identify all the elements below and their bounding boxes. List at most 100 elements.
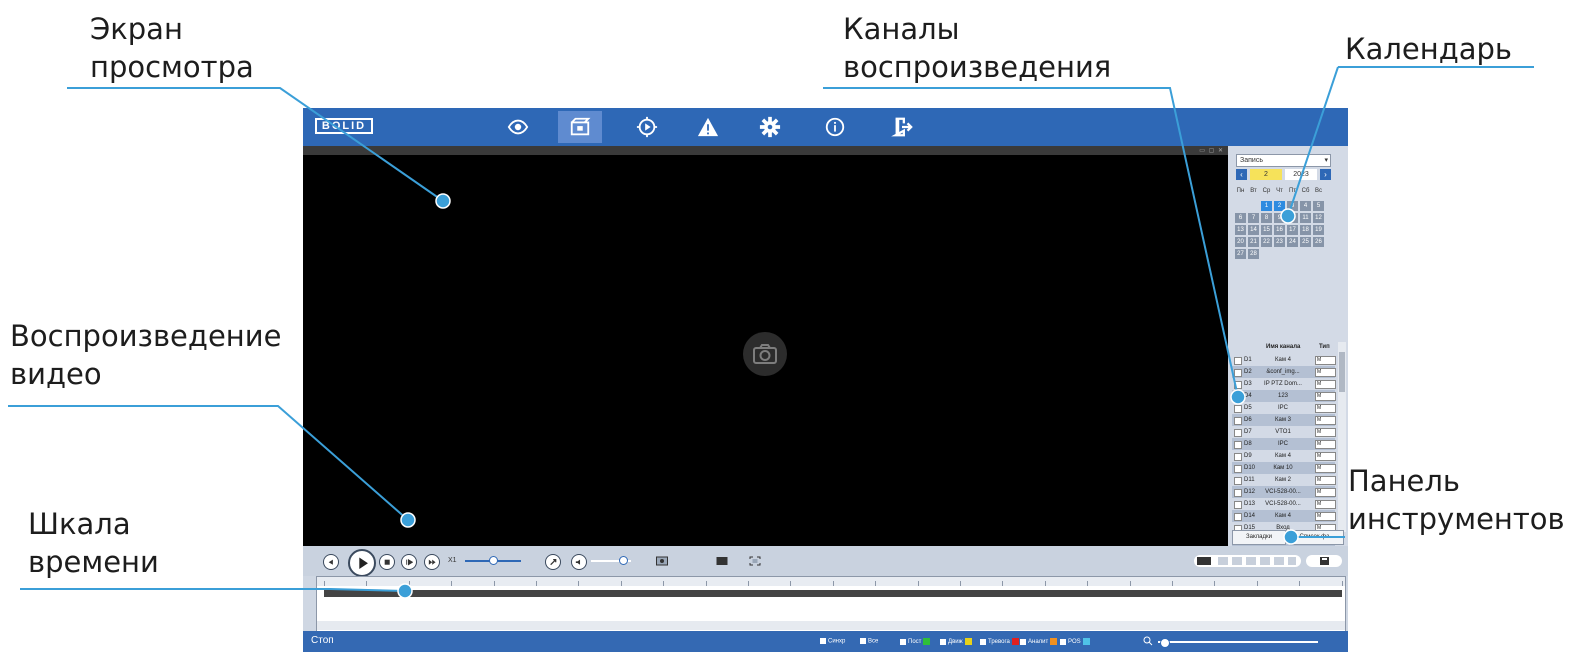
- channel-row[interactable]: D4 123 M: [1232, 390, 1336, 402]
- channel-row[interactable]: D13 VCI-528-00... M: [1232, 498, 1336, 510]
- info-icon[interactable]: [813, 111, 857, 143]
- channel-checkbox[interactable]: [1234, 501, 1242, 509]
- legend-checkbox[interactable]: [900, 638, 906, 645]
- channel-type-select[interactable]: M: [1315, 452, 1336, 461]
- calendar-day[interactable]: 18: [1300, 225, 1311, 235]
- grid-layout-icon[interactable]: [1197, 557, 1211, 565]
- timeline-record-bar[interactable]: [324, 590, 1342, 597]
- speed-slider-knob[interactable]: [489, 556, 498, 565]
- file-list-button[interactable]: Список фа...: [1290, 530, 1344, 545]
- calendar-day[interactable]: 23: [1274, 237, 1285, 247]
- channel-row[interactable]: D9 Кам 4 M: [1232, 450, 1336, 462]
- stop-button[interactable]: [379, 554, 395, 570]
- calendar-day[interactable]: 7: [1248, 213, 1259, 223]
- save-icon[interactable]: [1320, 557, 1329, 565]
- channel-row[interactable]: D7 VTO1 M: [1232, 426, 1336, 438]
- channel-row[interactable]: D1 Кам 4 M: [1232, 354, 1336, 366]
- channel-type-select[interactable]: M: [1315, 356, 1336, 365]
- scrollbar-thumb[interactable]: [1339, 352, 1345, 392]
- save-group[interactable]: [1306, 555, 1342, 567]
- calendar-day[interactable]: 16: [1274, 225, 1285, 235]
- channel-checkbox[interactable]: [1234, 357, 1242, 365]
- calendar-day[interactable]: 27: [1235, 249, 1246, 259]
- calendar-day[interactable]: 22: [1261, 237, 1272, 247]
- channel-row[interactable]: D10 Кам 10 M: [1232, 462, 1336, 474]
- layout-options-icon[interactable]: [1218, 557, 1296, 565]
- calendar-day[interactable]: 11: [1300, 213, 1311, 223]
- channel-type-select[interactable]: M: [1315, 440, 1336, 449]
- channel-checkbox[interactable]: [1234, 429, 1242, 437]
- slow-button[interactable]: [401, 554, 417, 570]
- play-backward-button[interactable]: [323, 554, 339, 570]
- channel-type-select[interactable]: M: [1315, 416, 1336, 425]
- channel-list-scrollbar[interactable]: [1338, 342, 1346, 532]
- calendar-day[interactable]: 24: [1287, 237, 1298, 247]
- volume-icon[interactable]: [571, 554, 587, 570]
- fast-button[interactable]: [424, 554, 440, 570]
- calendar-day[interactable]: 15: [1261, 225, 1272, 235]
- channel-checkbox[interactable]: [1234, 441, 1242, 449]
- legend-item[interactable]: Пост: [900, 638, 931, 645]
- channel-checkbox[interactable]: [1234, 489, 1242, 497]
- channel-checkbox[interactable]: [1234, 381, 1242, 389]
- calendar-day[interactable]: 28: [1248, 249, 1259, 259]
- legend-checkbox[interactable]: [860, 638, 866, 644]
- playback-film-icon[interactable]: [558, 111, 602, 143]
- channel-checkbox[interactable]: [1234, 513, 1242, 521]
- calendar-day[interactable]: 13: [1235, 225, 1246, 235]
- channel-checkbox[interactable]: [1234, 453, 1242, 461]
- calendar-day[interactable]: 9: [1274, 213, 1285, 223]
- exit-icon[interactable]: [880, 111, 924, 143]
- channel-row[interactable]: D12 VCI-528-00... M: [1232, 486, 1336, 498]
- legend-checkbox[interactable]: [820, 638, 826, 644]
- legend-item[interactable]: Тревога: [980, 638, 1019, 645]
- window-controls-icon[interactable]: ▭ ▢ ✕: [1199, 147, 1224, 154]
- calendar-day[interactable]: 14: [1248, 225, 1259, 235]
- timeline-panel[interactable]: [316, 576, 1346, 632]
- year-field[interactable]: 2023: [1285, 169, 1317, 180]
- channel-checkbox[interactable]: [1234, 477, 1242, 485]
- legend-checkbox[interactable]: [980, 638, 986, 645]
- calendar-day[interactable]: 19: [1313, 225, 1324, 235]
- legend-checkbox[interactable]: [940, 638, 946, 645]
- legend-item[interactable]: Движ: [940, 638, 972, 645]
- channel-row[interactable]: D5 IPC M: [1232, 402, 1336, 414]
- legend-checkbox[interactable]: [1060, 638, 1066, 645]
- channel-type-select[interactable]: M: [1315, 488, 1336, 497]
- calendar-day[interactable]: 10: [1287, 213, 1298, 223]
- warning-icon[interactable]: [686, 111, 730, 143]
- calendar-day[interactable]: 1: [1261, 201, 1272, 211]
- calendar-day[interactable]: 20: [1235, 237, 1246, 247]
- calendar-day[interactable]: 5: [1313, 201, 1324, 211]
- channel-row[interactable]: D2 &conf_img... M: [1232, 366, 1336, 378]
- channel-row[interactable]: D6 Кам 3 M: [1232, 414, 1336, 426]
- legend-item[interactable]: Синхр: [820, 638, 845, 645]
- legend-item[interactable]: Аналит: [1020, 638, 1058, 645]
- snapshot-icon[interactable]: [656, 556, 668, 566]
- bookmarks-button[interactable]: Закладки: [1232, 530, 1286, 545]
- legend-item[interactable]: POS: [1060, 638, 1090, 645]
- calendar-day[interactable]: 17: [1287, 225, 1298, 235]
- eye-icon[interactable]: [496, 111, 540, 143]
- channel-type-select[interactable]: M: [1315, 512, 1336, 521]
- calendar-day[interactable]: 6: [1235, 213, 1246, 223]
- channel-type-select[interactable]: M: [1315, 380, 1336, 389]
- channel-type-select[interactable]: M: [1315, 392, 1336, 401]
- timeline-zoom-slider[interactable]: [1158, 641, 1318, 643]
- next-month-button[interactable]: ›: [1320, 169, 1331, 180]
- channel-type-select[interactable]: M: [1315, 464, 1336, 473]
- channel-checkbox[interactable]: [1234, 465, 1242, 473]
- calendar-day[interactable]: 21: [1248, 237, 1259, 247]
- calendar-day[interactable]: 2: [1274, 201, 1285, 211]
- channel-row[interactable]: D8 IPC M: [1232, 438, 1336, 450]
- channel-row[interactable]: D3 IP PTZ Dom... M: [1232, 378, 1336, 390]
- channel-row[interactable]: D14 Кам 4 M: [1232, 510, 1336, 522]
- timeline-scrollbar[interactable]: [317, 621, 1345, 630]
- channel-type-select[interactable]: M: [1315, 404, 1336, 413]
- target-icon[interactable]: [625, 111, 669, 143]
- channel-type-select[interactable]: M: [1315, 428, 1336, 437]
- channel-type-select[interactable]: M: [1315, 368, 1336, 377]
- channel-type-select[interactable]: M: [1315, 500, 1336, 509]
- channel-checkbox[interactable]: [1234, 369, 1242, 377]
- calendar-day[interactable]: 3: [1287, 201, 1298, 211]
